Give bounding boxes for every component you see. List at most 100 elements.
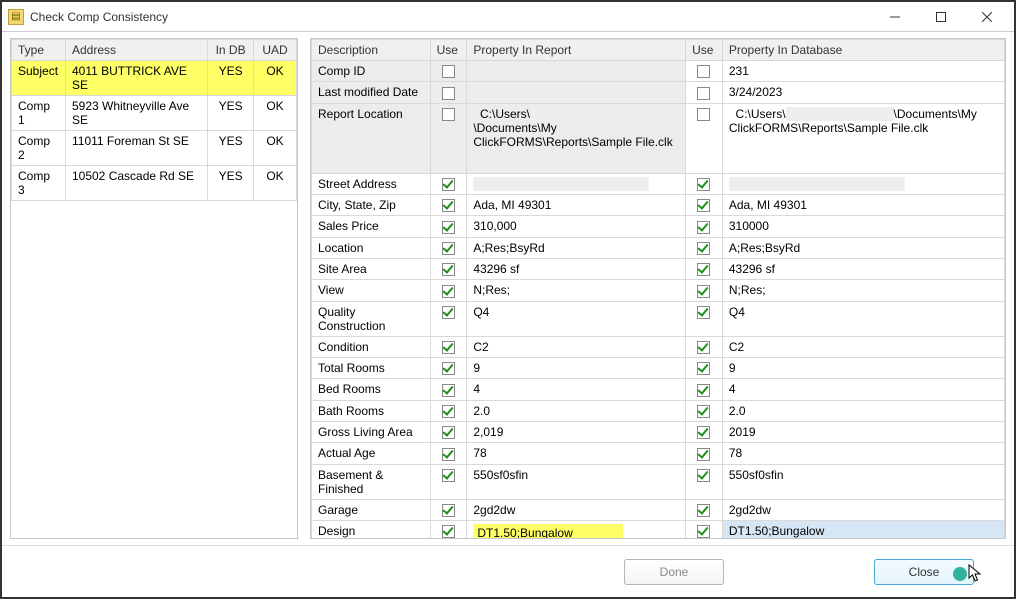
table-row[interactable]: Street AddressXXXXXXXXXXXXXXXXXXXXXXXXXX… bbox=[312, 173, 1005, 194]
table-row[interactable]: Last modified Date3/24/2023 bbox=[312, 82, 1005, 103]
cell-address: 11011 Foreman St SE bbox=[65, 131, 207, 166]
table-row[interactable]: Quality ConstructionQ4Q4 bbox=[312, 301, 1005, 336]
cell-prop-report bbox=[467, 82, 686, 103]
cell-prop-report: Q4 bbox=[467, 301, 686, 336]
close-window-button[interactable] bbox=[964, 3, 1010, 31]
table-row[interactable]: Basement & Finished550sf0sfin550sf0sfin bbox=[312, 464, 1005, 499]
use-checkbox[interactable] bbox=[697, 448, 710, 461]
window-title: Check Comp Consistency bbox=[30, 10, 168, 24]
table-row[interactable]: Comp 310502 Cascade Rd SEYESOK bbox=[12, 166, 297, 201]
col-prop-report[interactable]: Property In Report bbox=[467, 40, 686, 61]
use-checkbox[interactable] bbox=[697, 242, 710, 255]
col-use-db[interactable]: Use bbox=[686, 40, 723, 61]
cell-use-db bbox=[686, 216, 723, 237]
use-checkbox[interactable] bbox=[442, 341, 455, 354]
table-row[interactable]: DesignDT1.50;BungalowDT1.50;Bungalow bbox=[312, 520, 1005, 539]
cell-prop-report: 78 bbox=[467, 443, 686, 464]
use-checkbox[interactable] bbox=[697, 178, 710, 191]
use-checkbox[interactable] bbox=[442, 285, 455, 298]
use-checkbox[interactable] bbox=[697, 525, 710, 538]
cell-prop-db: 231 bbox=[722, 61, 1004, 82]
maximize-button[interactable] bbox=[918, 3, 964, 31]
done-button[interactable]: Done bbox=[624, 559, 724, 585]
use-checkbox[interactable] bbox=[442, 426, 455, 439]
use-checkbox[interactable] bbox=[442, 384, 455, 397]
use-checkbox[interactable] bbox=[442, 178, 455, 191]
use-checkbox[interactable] bbox=[442, 405, 455, 418]
table-row[interactable]: Subject4011 BUTTRICK AVE SEYESOK bbox=[12, 61, 297, 96]
col-indb[interactable]: In DB bbox=[208, 40, 254, 61]
use-checkbox[interactable] bbox=[442, 525, 455, 538]
cell-prop-db: 310000 bbox=[722, 216, 1004, 237]
use-checkbox[interactable] bbox=[442, 306, 455, 319]
cell-use-report bbox=[430, 103, 467, 173]
use-checkbox[interactable] bbox=[697, 285, 710, 298]
cell-use-report bbox=[430, 173, 467, 194]
use-checkbox[interactable] bbox=[442, 199, 455, 212]
table-row[interactable]: Bath Rooms2.02.0 bbox=[312, 400, 1005, 421]
use-checkbox[interactable] bbox=[442, 362, 455, 375]
table-row[interactable]: ConditionC2C2 bbox=[312, 336, 1005, 357]
table-row[interactable]: Actual Age7878 bbox=[312, 443, 1005, 464]
use-checkbox[interactable] bbox=[442, 448, 455, 461]
table-row[interactable]: Total Rooms99 bbox=[312, 357, 1005, 378]
col-description[interactable]: Description bbox=[312, 40, 431, 61]
use-checkbox[interactable] bbox=[697, 362, 710, 375]
minimize-button[interactable] bbox=[872, 3, 918, 31]
cell-uad: OK bbox=[254, 166, 297, 201]
col-use-report[interactable]: Use bbox=[430, 40, 467, 61]
cell-prop-report: 550sf0sfin bbox=[467, 464, 686, 499]
table-row[interactable]: Comp 211011 Foreman St SEYESOK bbox=[12, 131, 297, 166]
cell-type: Comp 2 bbox=[12, 131, 66, 166]
use-checkbox[interactable] bbox=[442, 87, 455, 100]
col-prop-db[interactable]: Property In Database bbox=[722, 40, 1004, 61]
use-checkbox[interactable] bbox=[697, 65, 710, 78]
use-checkbox[interactable] bbox=[442, 504, 455, 517]
cell-desc: Bath Rooms bbox=[312, 400, 431, 421]
use-checkbox[interactable] bbox=[697, 306, 710, 319]
cell-desc: Street Address bbox=[312, 173, 431, 194]
col-address[interactable]: Address bbox=[65, 40, 207, 61]
use-checkbox[interactable] bbox=[442, 108, 455, 121]
use-checkbox[interactable] bbox=[442, 221, 455, 234]
use-checkbox[interactable] bbox=[697, 384, 710, 397]
comps-table[interactable]: Type Address In DB UAD Subject4011 BUTTR… bbox=[11, 39, 297, 201]
use-checkbox[interactable] bbox=[697, 108, 710, 121]
use-checkbox[interactable] bbox=[442, 469, 455, 482]
cell-desc: Actual Age bbox=[312, 443, 431, 464]
table-row[interactable]: LocationA;Res;BsyRdA;Res;BsyRd bbox=[312, 237, 1005, 258]
use-checkbox[interactable] bbox=[697, 504, 710, 517]
table-row[interactable]: Site Area43296 sf43296 sf bbox=[312, 258, 1005, 279]
cell-prop-db: 2.0 bbox=[722, 400, 1004, 421]
cell-prop-report: N;Res; bbox=[467, 280, 686, 301]
table-row[interactable]: Sales Price310,000310000 bbox=[312, 216, 1005, 237]
use-checkbox[interactable] bbox=[697, 199, 710, 212]
use-checkbox[interactable] bbox=[697, 341, 710, 354]
use-checkbox[interactable] bbox=[697, 426, 710, 439]
use-checkbox[interactable] bbox=[697, 405, 710, 418]
cell-type: Comp 3 bbox=[12, 166, 66, 201]
cell-indb: YES bbox=[208, 131, 254, 166]
close-button[interactable]: Close bbox=[874, 559, 974, 585]
use-checkbox[interactable] bbox=[442, 242, 455, 255]
table-row[interactable]: Gross Living Area2,0192019 bbox=[312, 421, 1005, 442]
table-row[interactable]: Garage2gd2dw2gd2dw bbox=[312, 499, 1005, 520]
table-row[interactable]: ViewN;Res;N;Res; bbox=[312, 280, 1005, 301]
use-checkbox[interactable] bbox=[697, 263, 710, 276]
use-checkbox[interactable] bbox=[697, 221, 710, 234]
table-row[interactable]: City, State, ZipAda, MI 49301Ada, MI 493… bbox=[312, 194, 1005, 215]
table-row[interactable]: Bed Rooms44 bbox=[312, 379, 1005, 400]
use-checkbox[interactable] bbox=[442, 263, 455, 276]
col-type[interactable]: Type bbox=[12, 40, 66, 61]
cell-prop-db: A;Res;BsyRd bbox=[722, 237, 1004, 258]
table-row[interactable]: Comp 15923 Whitneyville Ave SEYESOK bbox=[12, 96, 297, 131]
table-row[interactable]: Comp ID231 bbox=[312, 61, 1005, 82]
cell-use-db bbox=[686, 336, 723, 357]
use-checkbox[interactable] bbox=[697, 469, 710, 482]
use-checkbox[interactable] bbox=[697, 87, 710, 100]
cell-prop-report bbox=[467, 61, 686, 82]
table-row[interactable]: Report Location C:\Users\xxxxxxxxxxxxxxx… bbox=[312, 103, 1005, 173]
col-uad[interactable]: UAD bbox=[254, 40, 297, 61]
comp-detail-table[interactable]: Description Use Property In Report Use P… bbox=[311, 39, 1005, 539]
use-checkbox[interactable] bbox=[442, 65, 455, 78]
